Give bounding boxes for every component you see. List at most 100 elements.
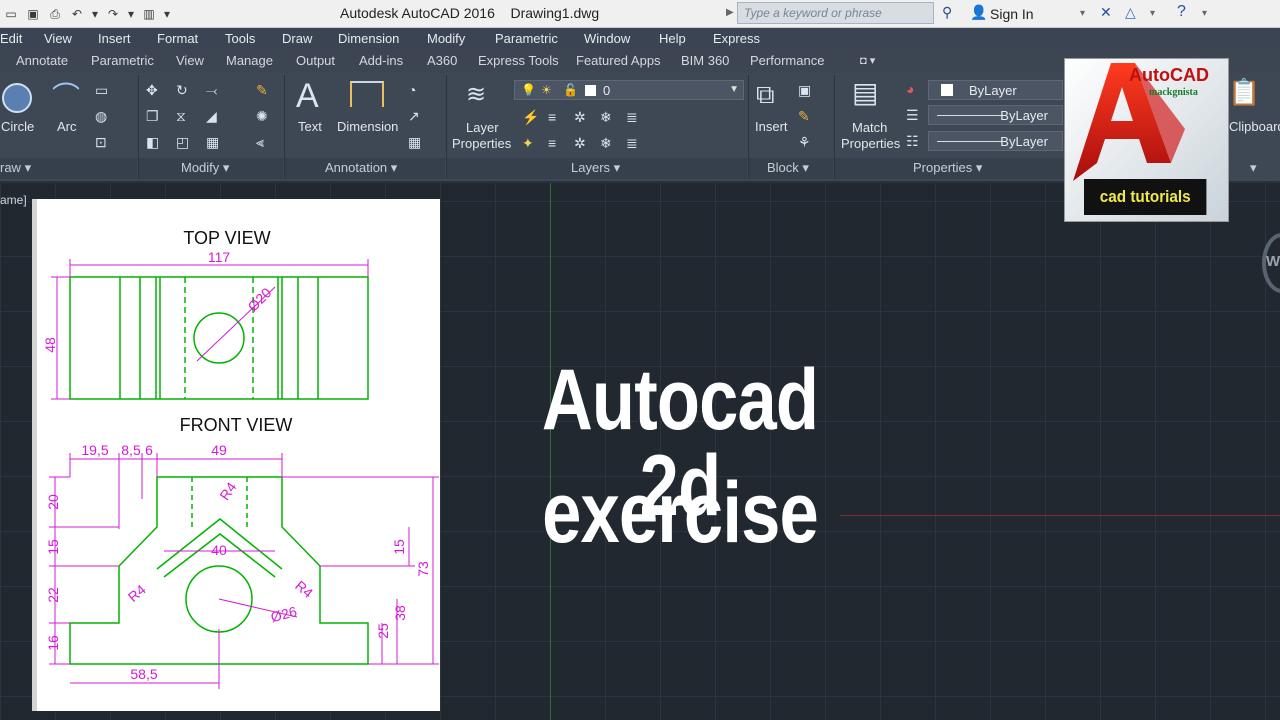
- undo-dropdown-icon[interactable]: ▾: [91, 7, 99, 21]
- arc-tool-icon[interactable]: ⌒: [52, 83, 80, 111]
- tab-output[interactable]: Output: [296, 53, 335, 68]
- table-icon[interactable]: ▦: [408, 135, 421, 149]
- color-dropdown[interactable]: ByLayer: [928, 80, 1063, 100]
- menu-window[interactable]: Window: [584, 31, 630, 46]
- a360-dropdown-icon[interactable]: ▾: [1150, 8, 1155, 19]
- menu-modify[interactable]: Modify: [427, 31, 465, 46]
- arc-button[interactable]: Arc: [57, 119, 77, 134]
- exchange-apps-icon[interactable]: ✕: [1100, 4, 1112, 21]
- text-tool-icon[interactable]: A: [296, 79, 319, 113]
- menu-edit[interactable]: Edit: [0, 31, 22, 46]
- layer-properties-icon[interactable]: ≋: [466, 83, 486, 107]
- match-properties-icon[interactable]: ▤: [852, 79, 878, 107]
- annotation-panel-title[interactable]: Annotation ▾: [325, 160, 397, 176]
- array-icon[interactable]: ▦: [206, 135, 219, 149]
- scale-icon[interactable]: ◰: [176, 135, 189, 149]
- menu-draw[interactable]: Draw: [282, 31, 312, 46]
- binoculars-icon[interactable]: ⚲: [942, 4, 952, 21]
- ribbon-options-icon[interactable]: ◘ ▾: [860, 54, 875, 67]
- layer-merge-icon[interactable]: ≣: [626, 136, 638, 150]
- layer-tool-icon[interactable]: ⚡: [522, 110, 539, 124]
- sign-in-button[interactable]: Sign In: [990, 6, 1034, 22]
- menu-express[interactable]: Express: [713, 31, 760, 46]
- layer-match-icon[interactable]: ✦: [522, 136, 534, 150]
- rectangle-icon[interactable]: ▭: [95, 83, 108, 97]
- clipboard-panel-chevron-icon[interactable]: ▾: [1250, 160, 1257, 176]
- dimension-button[interactable]: Dimension: [337, 119, 398, 134]
- redo-icon[interactable]: ↷: [105, 7, 121, 21]
- tab-parametric[interactable]: Parametric: [91, 53, 154, 68]
- layer-walk-icon[interactable]: ✲: [574, 136, 586, 150]
- layer-unisolate-icon[interactable]: ❄: [600, 136, 612, 150]
- block-attributes-icon[interactable]: ⚘: [798, 135, 811, 149]
- match-properties-label-1[interactable]: Match: [852, 120, 887, 135]
- tab-bim360[interactable]: BIM 360: [681, 53, 729, 68]
- layer-properties-label-1[interactable]: Layer: [466, 120, 499, 135]
- stretch-icon[interactable]: ◧: [146, 135, 159, 149]
- copy-icon[interactable]: ❐: [146, 109, 159, 123]
- tab-annotate[interactable]: Annotate: [16, 53, 68, 68]
- tab-express-tools[interactable]: Express Tools: [478, 53, 559, 68]
- layer-previous-icon[interactable]: ≡: [548, 136, 556, 150]
- draw-panel-title[interactable]: raw ▾: [0, 160, 31, 176]
- a360-icon[interactable]: △: [1125, 4, 1136, 21]
- properties-panel-title[interactable]: Properties ▾: [913, 160, 982, 176]
- mirror-icon[interactable]: ⧖: [176, 109, 186, 123]
- save-icon[interactable]: ▣: [25, 7, 41, 21]
- help-dropdown-icon[interactable]: ▾: [1202, 8, 1207, 19]
- new-icon[interactable]: ▭: [3, 7, 19, 21]
- help-icon[interactable]: ?: [1177, 3, 1186, 21]
- user-icon[interactable]: 👤: [970, 4, 987, 21]
- layer-isolate-icon[interactable]: ≡: [548, 110, 556, 124]
- redo-dropdown-icon[interactable]: ▾: [127, 7, 135, 21]
- tab-a360[interactable]: A360: [427, 53, 457, 68]
- tab-view[interactable]: View: [176, 53, 204, 68]
- tab-manage[interactable]: Manage: [226, 53, 273, 68]
- menu-tools[interactable]: Tools: [225, 31, 255, 46]
- layer-lock-icon[interactable]: ≣: [626, 110, 638, 124]
- lineweight-dropdown[interactable]: ByLayer: [928, 131, 1063, 151]
- multileader-icon[interactable]: ↗: [408, 109, 420, 123]
- circle-tool-icon[interactable]: [2, 83, 32, 113]
- menu-parametric[interactable]: Parametric: [495, 31, 558, 46]
- region-icon[interactable]: ⊡: [95, 135, 107, 149]
- layers-panel-title[interactable]: Layers ▾: [571, 160, 620, 176]
- undo-icon[interactable]: ↶: [69, 7, 85, 21]
- create-block-icon[interactable]: ▣: [798, 83, 811, 97]
- linetype-dropdown[interactable]: ByLayer: [928, 105, 1063, 125]
- leader-icon[interactable]: ◔: [408, 83, 416, 97]
- tab-featured-apps[interactable]: Featured Apps: [576, 53, 661, 68]
- viewcube-icon[interactable]: W: [1262, 233, 1280, 293]
- modify-panel-title[interactable]: Modify ▾: [181, 160, 229, 176]
- block-panel-title[interactable]: Block ▾: [767, 160, 809, 176]
- match-properties-label-2[interactable]: Properties: [841, 136, 900, 151]
- menu-dimension[interactable]: Dimension: [338, 31, 399, 46]
- customize-qat-icon[interactable]: ▾: [163, 7, 171, 21]
- menu-help[interactable]: Help: [659, 31, 686, 46]
- clipboard-label[interactable]: Clipboard: [1229, 119, 1280, 134]
- viewport-label[interactable]: ame]: [0, 193, 27, 207]
- fillet-icon[interactable]: ◢: [206, 109, 217, 123]
- insert-button[interactable]: Insert: [755, 119, 788, 134]
- tab-performance[interactable]: Performance: [750, 53, 824, 68]
- menu-insert[interactable]: Insert: [98, 31, 131, 46]
- menu-format[interactable]: Format: [157, 31, 198, 46]
- hatch-icon[interactable]: ◍: [95, 109, 107, 123]
- menu-view[interactable]: View: [44, 31, 72, 46]
- clipboard-icon[interactable]: 📋: [1228, 79, 1260, 105]
- text-button[interactable]: Text: [298, 119, 322, 134]
- search-input[interactable]: Type a keyword or phrase: [737, 2, 934, 24]
- edit-block-icon[interactable]: ✎: [798, 109, 810, 123]
- offset-icon[interactable]: ⫷: [256, 135, 264, 149]
- move-icon[interactable]: ✥: [146, 83, 158, 97]
- circle-button[interactable]: Circle: [1, 119, 34, 134]
- rotate-icon[interactable]: ↻: [176, 83, 188, 97]
- dimension-tool-icon[interactable]: [350, 81, 384, 107]
- print-icon[interactable]: ⎙: [47, 7, 63, 21]
- erase-icon[interactable]: ✎: [256, 83, 268, 97]
- layer-off-icon[interactable]: ✲: [574, 110, 586, 124]
- layer-freeze-icon[interactable]: ❄: [600, 110, 612, 124]
- layer-properties-label-2[interactable]: Properties: [452, 136, 511, 151]
- search-expand-icon[interactable]: ▶: [726, 7, 734, 18]
- sign-in-dropdown-icon[interactable]: ▾: [1080, 8, 1085, 19]
